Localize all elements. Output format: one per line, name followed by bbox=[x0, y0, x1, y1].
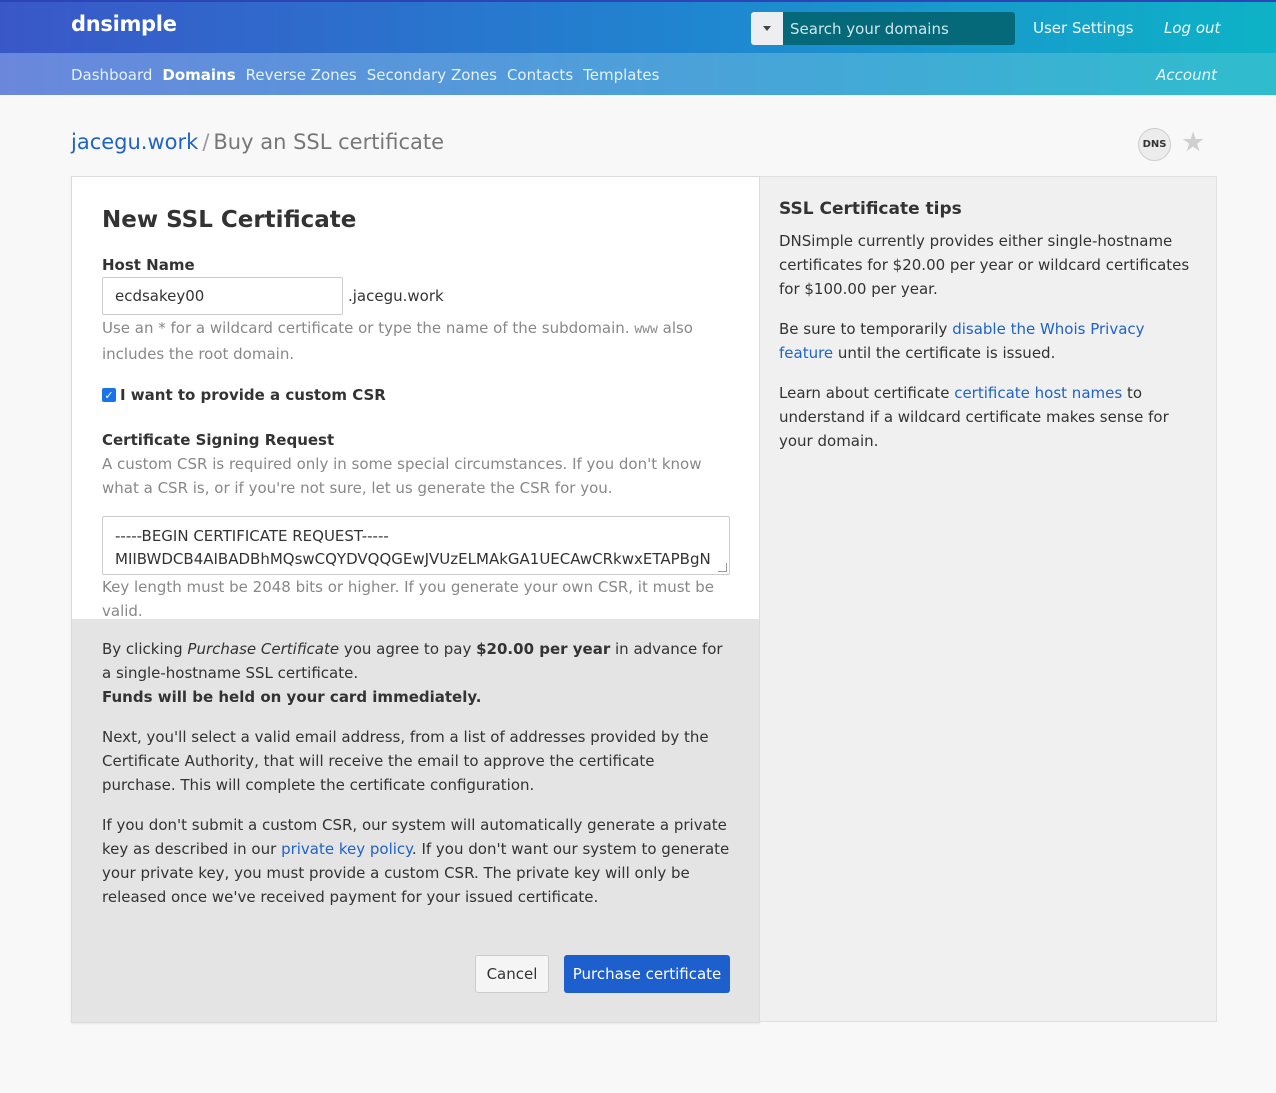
resize-handle-icon[interactable] bbox=[718, 563, 727, 572]
star-icon[interactable]: ★ bbox=[1181, 127, 1205, 158]
nav-dashboard[interactable]: Dashboard bbox=[71, 66, 152, 84]
breadcrumb: jacegu.work / Buy an SSL certificate bbox=[71, 130, 444, 154]
custom-csr-checkbox[interactable]: ✓ bbox=[102, 388, 116, 402]
dns-badge[interactable]: DNS bbox=[1138, 128, 1171, 161]
tips-title: SSL Certificate tips bbox=[779, 199, 962, 219]
form-title: New SSL Certificate bbox=[102, 207, 357, 233]
www-code: www bbox=[634, 322, 658, 337]
certificate-host-names-link[interactable]: certificate host names bbox=[954, 384, 1122, 402]
account-link[interactable]: Account bbox=[1156, 66, 1217, 84]
csr-line-2: MIIBWDCB4AIBADBhMQswCQYDVQQGEwJVUzELMAkG… bbox=[115, 550, 711, 568]
tips-pricing: DNSimple currently provides either singl… bbox=[779, 232, 1190, 298]
nav-reverse-zones[interactable]: Reverse Zones bbox=[246, 66, 357, 84]
domain-search bbox=[751, 12, 1015, 45]
csr-line-1: -----BEGIN CERTIFICATE REQUEST----- bbox=[115, 527, 389, 545]
host-name-input[interactable] bbox=[102, 277, 343, 315]
host-name-label: Host Name bbox=[102, 256, 195, 274]
custom-csr-row: ✓ I want to provide a custom CSR bbox=[102, 386, 386, 404]
search-scope-dropdown[interactable] bbox=[751, 12, 783, 45]
price-notice: By clicking Purchase Certificate you agr… bbox=[102, 640, 723, 706]
csr-help: A custom CSR is required only in some sp… bbox=[102, 455, 702, 497]
tips-whois: Be sure to temporarily disable the Whois… bbox=[779, 320, 1145, 362]
caret-down-icon bbox=[763, 26, 771, 31]
private-key-policy-link[interactable]: private key policy bbox=[281, 840, 412, 858]
host-name-help: Use an * for a wildcard certificate or t… bbox=[102, 319, 693, 363]
nav-templates[interactable]: Templates bbox=[583, 66, 659, 84]
purchase-certificate-button[interactable]: Purchase certificate bbox=[564, 955, 730, 993]
email-approval-notice: Next, you'll select a valid email addres… bbox=[102, 728, 709, 794]
csr-textarea[interactable]: -----BEGIN CERTIFICATE REQUEST----- MIIB… bbox=[102, 516, 730, 575]
page-title: Buy an SSL certificate bbox=[213, 130, 445, 154]
dnsimple-logo[interactable]: dnsimple bbox=[71, 12, 177, 36]
tips-hostnames: Learn about certificate certificate host… bbox=[779, 384, 1169, 450]
logout-link[interactable]: Log out bbox=[1164, 19, 1220, 37]
csr-note: Key length must be 2048 bits or higher. … bbox=[102, 578, 714, 620]
top-bar: dnsimple User Settings Log out bbox=[0, 0, 1276, 53]
sub-navigation: Dashboard Domains Reverse Zones Secondar… bbox=[0, 53, 1276, 95]
private-key-notice: If you don't submit a custom CSR, our sy… bbox=[102, 816, 730, 906]
breadcrumb-separator: / bbox=[202, 130, 210, 154]
ssl-form-panel: New SSL Certificate Host Name .jacegu.wo… bbox=[71, 176, 760, 1023]
ssl-tips-sidebar: SSL Certificate tips DNSimple currently … bbox=[760, 176, 1217, 1022]
cancel-button[interactable]: Cancel bbox=[475, 955, 549, 993]
purchase-footer: By clicking Purchase Certificate you agr… bbox=[72, 619, 759, 1022]
csr-label: Certificate Signing Request bbox=[102, 431, 335, 449]
nav-secondary-zones[interactable]: Secondary Zones bbox=[367, 66, 497, 84]
nav-contacts[interactable]: Contacts bbox=[507, 66, 573, 84]
search-input[interactable] bbox=[783, 12, 1015, 45]
custom-csr-label[interactable]: I want to provide a custom CSR bbox=[120, 386, 386, 404]
nav-domains[interactable]: Domains bbox=[162, 66, 235, 84]
host-suffix: .jacegu.work bbox=[348, 287, 444, 305]
breadcrumb-domain-link[interactable]: jacegu.work bbox=[71, 130, 198, 154]
user-settings-link[interactable]: User Settings bbox=[1033, 19, 1133, 37]
